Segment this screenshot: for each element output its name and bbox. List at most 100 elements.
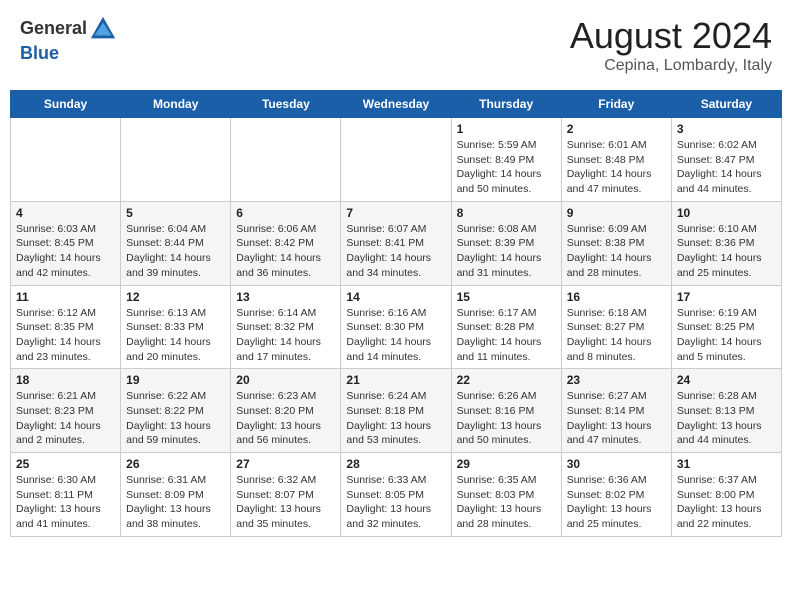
- day-number: 16: [567, 290, 666, 304]
- day-info: Sunrise: 6:28 AM Sunset: 8:13 PM Dayligh…: [677, 389, 776, 448]
- day-info: Sunrise: 6:30 AM Sunset: 8:11 PM Dayligh…: [16, 473, 115, 532]
- day-number: 6: [236, 206, 335, 220]
- calendar-cell: [121, 118, 231, 202]
- calendar-cell: 29Sunrise: 6:35 AM Sunset: 8:03 PM Dayli…: [451, 453, 561, 537]
- day-number: 4: [16, 206, 115, 220]
- logo-blue: Blue: [20, 43, 59, 63]
- weekday-header-cell: Friday: [561, 91, 671, 118]
- calendar-cell: 9 Sunrise: 6:09 AM Sunset: 8:38 PM Daylig…: [561, 201, 671, 285]
- calendar-cell: 30 Sunrise: 6:36 AM Sunset: 8:02 PM Dayli…: [561, 453, 671, 537]
- day-number: 10: [677, 206, 776, 220]
- day-info: Sunrise: 6:32 AM Sunset: 8:07 PM Dayligh…: [236, 473, 335, 532]
- calendar-cell: 2Sunrise: 6:01 AM Sunset: 8:48 PM Daylig…: [561, 118, 671, 202]
- calendar-cell: 18Sunrise: 6:21 AM Sunset: 8:23 PM Dayli…: [11, 369, 121, 453]
- day-number: 13: [236, 290, 335, 304]
- logo-general: General: [20, 18, 87, 40]
- calendar-cell: [231, 118, 341, 202]
- calendar-cell: 1 Sunrise: 5:59 AM Sunset: 8:49 PM Daylig…: [451, 118, 561, 202]
- weekday-header-cell: Tuesday: [231, 91, 341, 118]
- calendar-cell: 6Sunrise: 6:06 AM Sunset: 8:42 PM Daylig…: [231, 201, 341, 285]
- calendar-cell: 22 Sunrise: 6:26 AM Sunset: 8:16 PM Dayli…: [451, 369, 561, 453]
- day-number: 30: [567, 457, 666, 471]
- day-number: 28: [346, 457, 445, 471]
- weekday-header-cell: Sunday: [11, 91, 121, 118]
- month-title: August 2024: [570, 15, 772, 57]
- calendar-cell: 21Sunrise: 6:24 AM Sunset: 8:18 PM Dayli…: [341, 369, 451, 453]
- day-info: Sunrise: 5:59 AM Sunset: 8:49 PM Dayligh…: [457, 138, 556, 197]
- day-info: Sunrise: 6:04 AM Sunset: 8:44 PM Dayligh…: [126, 222, 225, 281]
- calendar-cell: 13 Sunrise: 6:14 AM Sunset: 8:32 PM Dayli…: [231, 285, 341, 369]
- calendar-cell: 16 Sunrise: 6:18 AM Sunset: 8:27 PM Dayli…: [561, 285, 671, 369]
- calendar-body: 1 Sunrise: 5:59 AM Sunset: 8:49 PM Daylig…: [11, 118, 782, 537]
- day-number: 18: [16, 373, 115, 387]
- day-info: Sunrise: 6:17 AM Sunset: 8:28 PM Dayligh…: [457, 306, 556, 365]
- calendar-cell: 28Sunrise: 6:33 AM Sunset: 8:05 PM Dayli…: [341, 453, 451, 537]
- day-number: 17: [677, 290, 776, 304]
- day-number: 7: [346, 206, 445, 220]
- calendar-cell: 5 Sunrise: 6:04 AM Sunset: 8:44 PM Daylig…: [121, 201, 231, 285]
- day-info: Sunrise: 6:31 AM Sunset: 8:09 PM Dayligh…: [126, 473, 225, 532]
- calendar-cell: 24 Sunrise: 6:28 AM Sunset: 8:13 PM Dayli…: [671, 369, 781, 453]
- calendar-cell: 4 Sunrise: 6:03 AM Sunset: 8:45 PM Daylig…: [11, 201, 121, 285]
- day-info: Sunrise: 6:14 AM Sunset: 8:32 PM Dayligh…: [236, 306, 335, 365]
- calendar-cell: 19 Sunrise: 6:22 AM Sunset: 8:22 PM Dayli…: [121, 369, 231, 453]
- day-number: 9: [567, 206, 666, 220]
- calendar-week-row: 1 Sunrise: 5:59 AM Sunset: 8:49 PM Daylig…: [11, 118, 782, 202]
- day-number: 21: [346, 373, 445, 387]
- calendar-week-row: 25 Sunrise: 6:30 AM Sunset: 8:11 PM Dayli…: [11, 453, 782, 537]
- calendar-week-row: 11 Sunrise: 6:12 AM Sunset: 8:35 PM Dayli…: [11, 285, 782, 369]
- day-info: Sunrise: 6:18 AM Sunset: 8:27 PM Dayligh…: [567, 306, 666, 365]
- calendar-cell: 11 Sunrise: 6:12 AM Sunset: 8:35 PM Dayli…: [11, 285, 121, 369]
- day-number: 27: [236, 457, 335, 471]
- day-info: Sunrise: 6:12 AM Sunset: 8:35 PM Dayligh…: [16, 306, 115, 365]
- day-number: 24: [677, 373, 776, 387]
- day-number: 19: [126, 373, 225, 387]
- calendar-cell: [341, 118, 451, 202]
- day-number: 23: [567, 373, 666, 387]
- day-number: 5: [126, 206, 225, 220]
- day-number: 20: [236, 373, 335, 387]
- day-info: Sunrise: 6:37 AM Sunset: 8:00 PM Dayligh…: [677, 473, 776, 532]
- day-number: 25: [16, 457, 115, 471]
- day-number: 1: [457, 122, 556, 136]
- calendar-cell: 23 Sunrise: 6:27 AM Sunset: 8:14 PM Dayli…: [561, 369, 671, 453]
- calendar-week-row: 18Sunrise: 6:21 AM Sunset: 8:23 PM Dayli…: [11, 369, 782, 453]
- day-number: 26: [126, 457, 225, 471]
- day-number: 14: [346, 290, 445, 304]
- day-info: Sunrise: 6:22 AM Sunset: 8:22 PM Dayligh…: [126, 389, 225, 448]
- day-info: Sunrise: 6:08 AM Sunset: 8:39 PM Dayligh…: [457, 222, 556, 281]
- calendar-cell: 15 Sunrise: 6:17 AM Sunset: 8:28 PM Dayli…: [451, 285, 561, 369]
- calendar-cell: 20 Sunrise: 6:23 AM Sunset: 8:20 PM Dayli…: [231, 369, 341, 453]
- day-number: 8: [457, 206, 556, 220]
- day-info: Sunrise: 6:27 AM Sunset: 8:14 PM Dayligh…: [567, 389, 666, 448]
- weekday-header-cell: Thursday: [451, 91, 561, 118]
- day-info: Sunrise: 6:35 AM Sunset: 8:03 PM Dayligh…: [457, 473, 556, 532]
- weekday-header-cell: Saturday: [671, 91, 781, 118]
- weekday-header-cell: Wednesday: [341, 91, 451, 118]
- day-info: Sunrise: 6:09 AM Sunset: 8:38 PM Dayligh…: [567, 222, 666, 281]
- logo-icon: [89, 15, 117, 43]
- day-number: 22: [457, 373, 556, 387]
- calendar-cell: 31 Sunrise: 6:37 AM Sunset: 8:00 PM Dayli…: [671, 453, 781, 537]
- calendar-cell: 7Sunrise: 6:07 AM Sunset: 8:41 PM Daylig…: [341, 201, 451, 285]
- calendar-cell: 8 Sunrise: 6:08 AM Sunset: 8:39 PM Daylig…: [451, 201, 561, 285]
- day-number: 31: [677, 457, 776, 471]
- weekday-header-row: SundayMondayTuesdayWednesdayThursdayFrid…: [11, 91, 782, 118]
- location-subtitle: Cepina, Lombardy, Italy: [570, 57, 772, 75]
- calendar-cell: [11, 118, 121, 202]
- calendar-table: SundayMondayTuesdayWednesdayThursdayFrid…: [10, 90, 782, 537]
- day-info: Sunrise: 6:36 AM Sunset: 8:02 PM Dayligh…: [567, 473, 666, 532]
- day-info: Sunrise: 6:26 AM Sunset: 8:16 PM Dayligh…: [457, 389, 556, 448]
- day-number: 2: [567, 122, 666, 136]
- day-info: Sunrise: 6:23 AM Sunset: 8:20 PM Dayligh…: [236, 389, 335, 448]
- calendar-week-row: 4 Sunrise: 6:03 AM Sunset: 8:45 PM Daylig…: [11, 201, 782, 285]
- calendar-cell: 12Sunrise: 6:13 AM Sunset: 8:33 PM Dayli…: [121, 285, 231, 369]
- calendar-cell: 3Sunrise: 6:02 AM Sunset: 8:47 PM Daylig…: [671, 118, 781, 202]
- page-header: General Blue August 2024 Cepina, Lombard…: [10, 10, 782, 80]
- day-number: 11: [16, 290, 115, 304]
- day-number: 15: [457, 290, 556, 304]
- day-info: Sunrise: 6:10 AM Sunset: 8:36 PM Dayligh…: [677, 222, 776, 281]
- day-info: Sunrise: 6:02 AM Sunset: 8:47 PM Dayligh…: [677, 138, 776, 197]
- day-number: 12: [126, 290, 225, 304]
- day-info: Sunrise: 6:03 AM Sunset: 8:45 PM Dayligh…: [16, 222, 115, 281]
